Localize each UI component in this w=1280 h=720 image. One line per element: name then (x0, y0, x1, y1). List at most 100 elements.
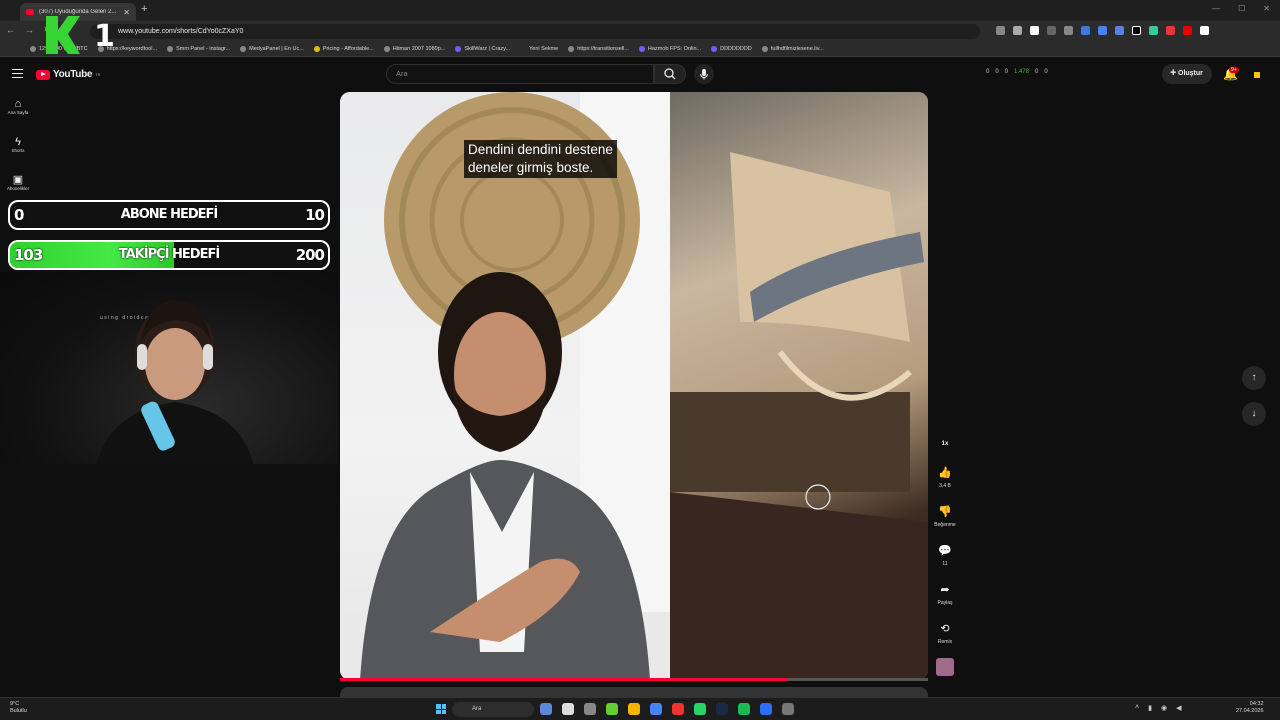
previous-short-button[interactable]: ↑ (1242, 366, 1266, 390)
streamer-image (96, 300, 254, 464)
bookmark[interactable]: Hitman 2007 1080p... (383, 46, 445, 52)
share-icon: ➦ (940, 584, 950, 596)
extension-icon[interactable] (1115, 26, 1124, 35)
extension-icon[interactable] (1081, 26, 1090, 35)
comment-icon: 💬 (938, 545, 952, 557)
voice-search-button[interactable] (694, 64, 714, 84)
app-icon[interactable] (562, 703, 574, 715)
stream-logo: 1 (46, 16, 115, 54)
bookmark[interactable]: fullhdfilmizlesene.liv... (761, 46, 824, 52)
chevron-up-icon[interactable]: ˄ (1135, 704, 1139, 712)
video-progress-bar[interactable] (340, 678, 928, 681)
windows-taskbar: 9°C Bulutlu Ara ˄ ▮ ◉ ◀ 04:32 27.04.2026 (0, 697, 1280, 720)
bookmark[interactable]: https://transitionsell... (568, 46, 629, 52)
next-short-preview[interactable] (340, 687, 928, 697)
create-button[interactable]: Oluştur (1162, 64, 1212, 84)
subscriber-goal-bar: ABONE HEDEFİ 0 10 (8, 200, 330, 230)
forward-icon[interactable]: → (25, 25, 34, 36)
install-icon[interactable] (996, 26, 1005, 35)
arrow-up-icon: ↑ (1251, 372, 1257, 383)
weather-widget[interactable]: 9°C Bulutlu (10, 701, 27, 715)
bookmark[interactable]: Pricing - Affordable... (313, 46, 374, 52)
search-input[interactable]: Ara (386, 64, 654, 84)
comments-button[interactable]: 💬 11 (930, 544, 960, 567)
sidebar-item-shorts[interactable]: ϟ Shorts (0, 136, 36, 153)
extension-icon[interactable] (1047, 26, 1056, 35)
bookmark[interactable]: DDDDDDDD (711, 46, 752, 52)
minimize-icon[interactable]: — (1212, 4, 1220, 13)
video-caption: Dendini dendini destene deneler girmiş b… (464, 140, 617, 178)
video-frame-man (340, 92, 670, 680)
window-controls: — ☐ ✕ (1212, 4, 1270, 13)
spotify-icon[interactable] (738, 703, 750, 715)
close-tab-icon[interactable]: ✕ (123, 8, 130, 17)
bookmark[interactable]: Hazmob FPS: Onlin... (638, 46, 701, 52)
extension-icon[interactable] (1132, 26, 1141, 35)
folder-icon[interactable] (628, 703, 640, 715)
taskbar-clock[interactable]: 04:32 27.04.2026 (1236, 701, 1264, 715)
extension-icon[interactable] (1098, 26, 1107, 35)
search-button[interactable] (654, 64, 686, 84)
bookmarks-bar: 12902,00 USD/BTC https://keywordtool... … (0, 42, 1280, 57)
subscriptions-icon: ▣ (12, 174, 24, 186)
home-icon: ⌂ (14, 98, 22, 110)
like-button[interactable]: 👍 3,4 B (930, 466, 960, 489)
extension-icons (996, 26, 1209, 35)
sidebar-item-subscriptions[interactable]: ▣ Abonelikler (0, 173, 36, 191)
remix-button[interactable]: ⟲ Remix (930, 622, 960, 645)
app-icon[interactable] (606, 703, 618, 715)
header-stats: 0 0 0 1.478 0 0 (986, 69, 1048, 75)
extension-icon[interactable] (1200, 26, 1209, 35)
next-short-button[interactable]: ↓ (1242, 402, 1266, 426)
extension-icon[interactable] (1166, 26, 1175, 35)
bookmark[interactable]: Smm Panel - instagr... (167, 46, 230, 52)
start-button-icon[interactable] (436, 704, 446, 714)
arrow-down-icon: ↓ (1251, 408, 1257, 419)
menu-icon[interactable] (12, 69, 23, 78)
taskbar-apps (540, 703, 794, 715)
app-icon[interactable] (782, 703, 794, 715)
dislike-button[interactable]: 👎 Beğenme (930, 505, 960, 528)
url-field[interactable]: www.youtube.com/shorts/CdYo0cZXaY0 (90, 24, 980, 39)
bookmark[interactable]: SkillWarz | Crazy... (455, 46, 510, 52)
extension-icon[interactable] (1183, 26, 1192, 35)
volume-icon[interactable]: ◀ (1176, 704, 1181, 712)
playback-speed-button[interactable]: 1x (930, 436, 960, 448)
chrome-icon[interactable] (650, 703, 662, 715)
star-icon[interactable] (1013, 26, 1022, 35)
search-icon (664, 68, 676, 80)
new-tab-button[interactable]: + (141, 3, 147, 15)
browser-tabstrip: (307) Uyuduğunda Gelen 2... ✕ + — ☐ ✕ (0, 0, 1280, 21)
battery-icon[interactable]: ▮ (1148, 704, 1152, 712)
maximize-icon[interactable]: ☐ (1238, 4, 1245, 13)
channel-avatar[interactable] (930, 658, 960, 676)
youtube-header: YouTube TR Ara 0 0 0 1.478 0 0 Oluştur 🔔 (0, 58, 1280, 90)
shorts-icon: ϟ (15, 136, 21, 148)
whatsapp-icon[interactable] (694, 703, 706, 715)
notification-badge: 9+ (1229, 67, 1239, 73)
app-icon[interactable] (760, 703, 772, 715)
app-icon[interactable] (540, 703, 552, 715)
close-window-icon[interactable]: ✕ (1263, 4, 1270, 13)
extension-icon[interactable] (1149, 26, 1158, 35)
avatar[interactable] (1254, 72, 1260, 78)
bookmark[interactable]: Yeni Sekme (520, 46, 558, 52)
share-button[interactable]: ➦ Paylaş (930, 583, 960, 606)
video-right-panel (670, 92, 928, 680)
video-left-panel (340, 92, 670, 680)
thumbs-down-icon: 👎 (938, 506, 952, 518)
network-icon[interactable]: ◉ (1161, 704, 1167, 712)
taskbar-search[interactable]: Ara (452, 702, 534, 717)
microphone-icon (700, 69, 708, 80)
app-icon[interactable] (584, 703, 596, 715)
shorts-video-player[interactable]: Dendini dendini destene deneler girmiş b… (340, 92, 928, 680)
extension-icon[interactable] (1030, 26, 1039, 35)
back-icon[interactable]: ← (6, 25, 15, 36)
sidebar-item-home[interactable]: ⌂ Ana Sayfa (0, 98, 36, 115)
photoshop-icon[interactable] (716, 703, 728, 715)
app-icon[interactable] (672, 703, 684, 715)
video-frame-woodwork (670, 152, 928, 680)
youtube-logo[interactable]: YouTube TR (36, 69, 101, 80)
extension-icon[interactable] (1064, 26, 1073, 35)
bookmark[interactable]: MedyaPanel | En Uc... (240, 46, 304, 52)
